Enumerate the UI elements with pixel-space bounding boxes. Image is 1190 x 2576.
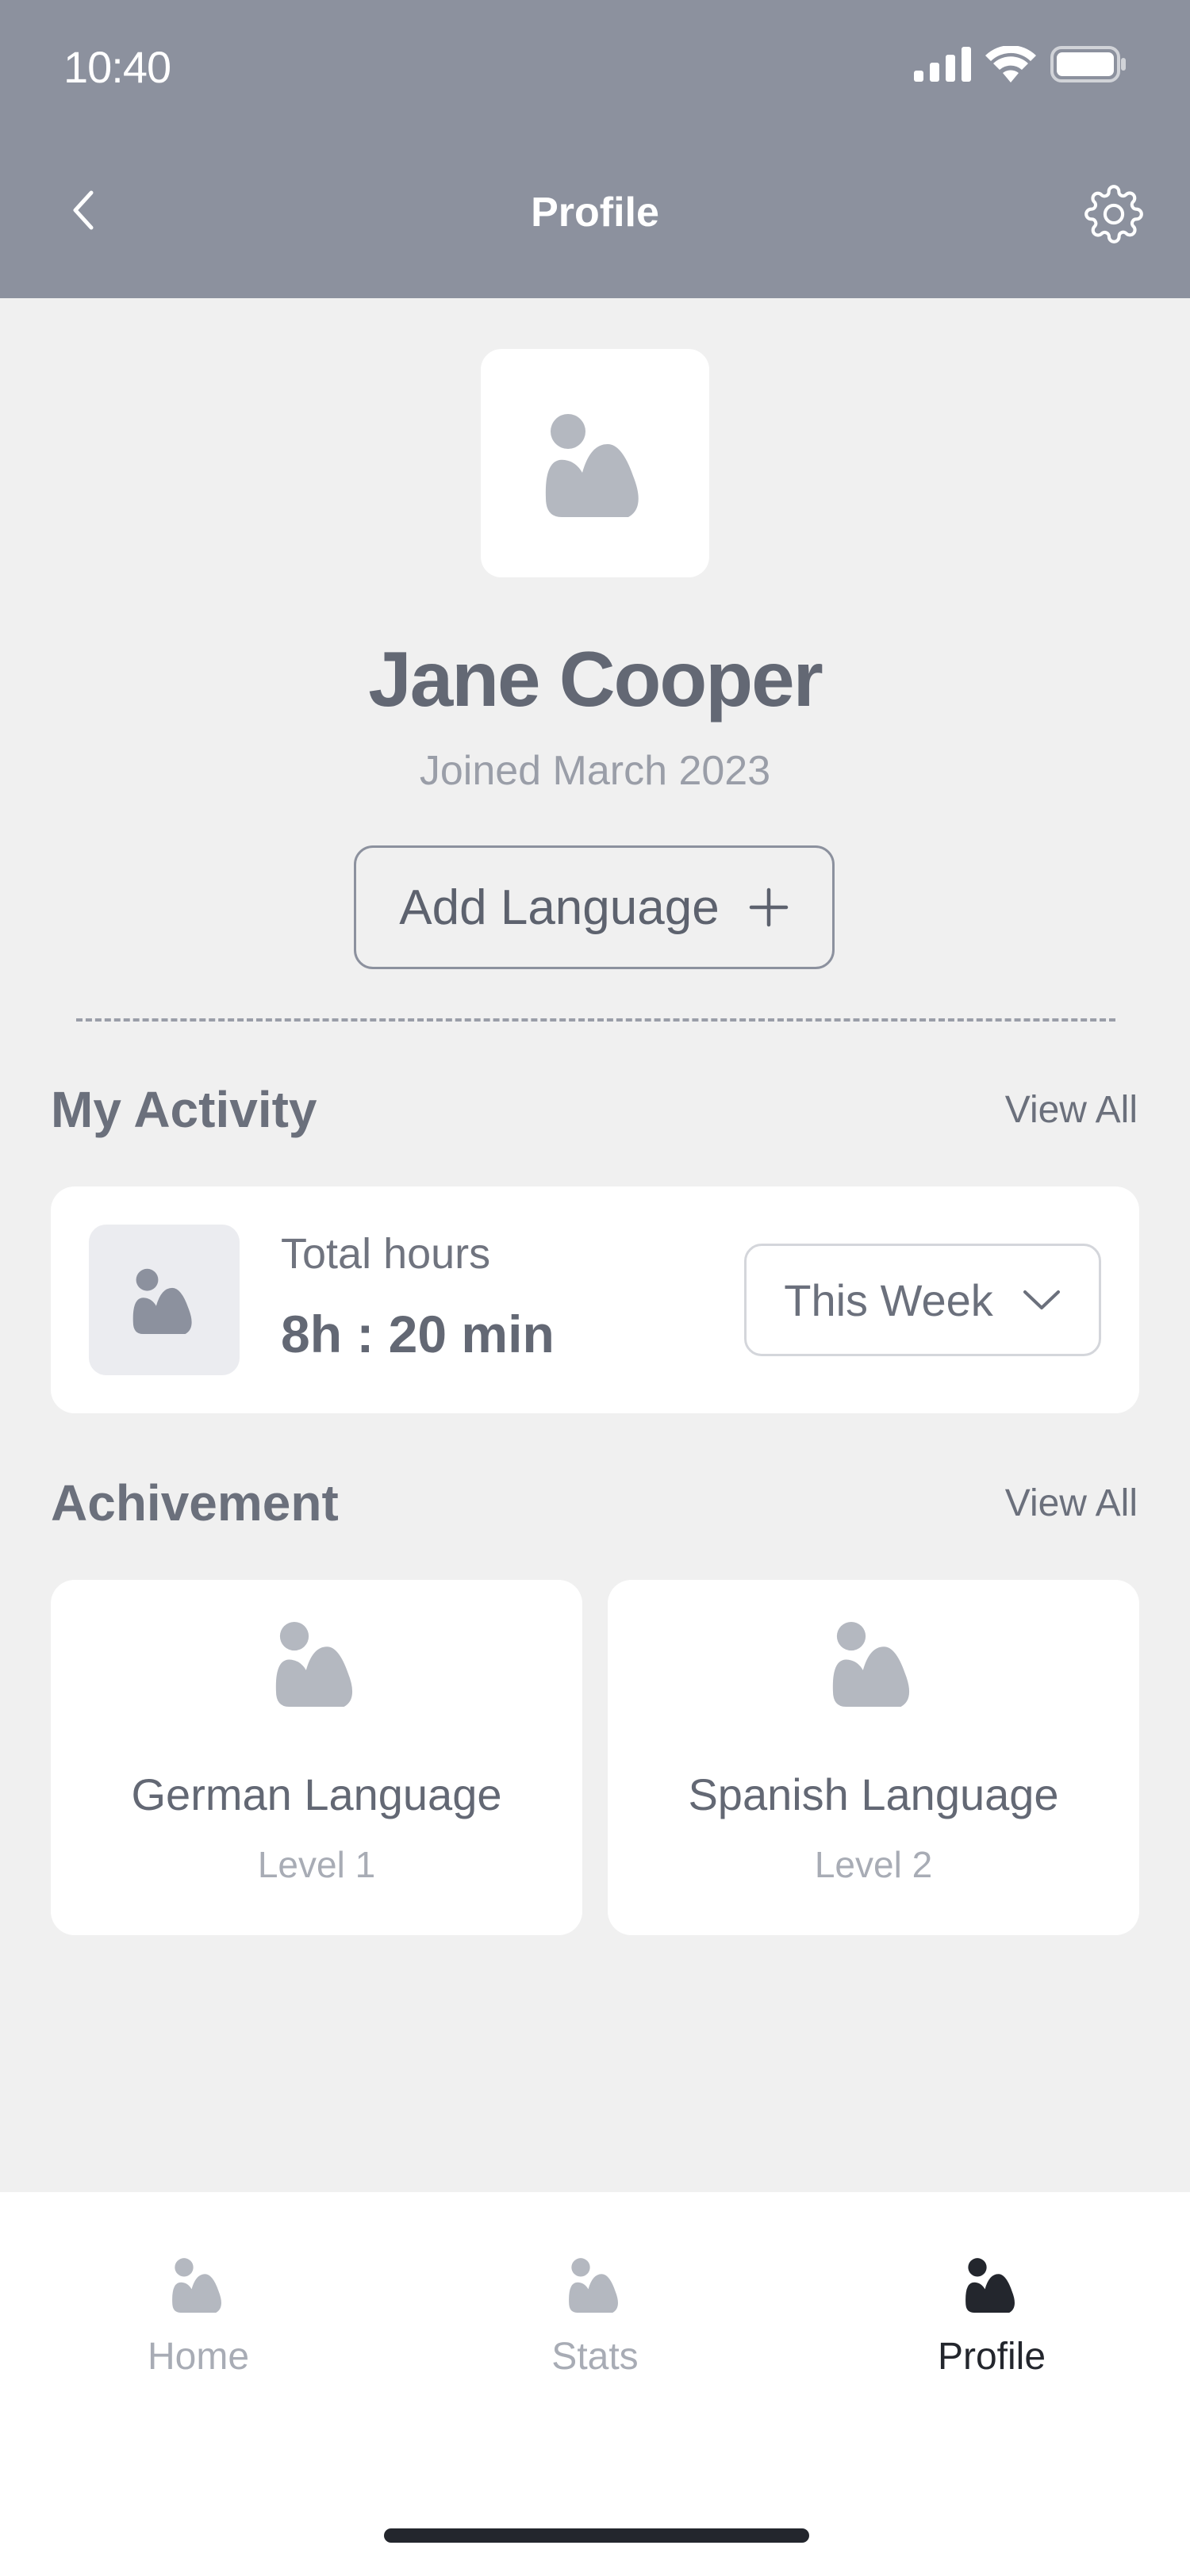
tab-stats[interactable]: Stats bbox=[476, 2256, 714, 2414]
wifi-icon bbox=[985, 44, 1036, 86]
tab-label: Stats bbox=[551, 2336, 639, 2378]
period-dropdown[interactable]: This Week bbox=[744, 1244, 1101, 1356]
tab-home[interactable]: Home bbox=[79, 2256, 317, 2414]
gear-icon bbox=[1084, 185, 1143, 243]
achievement-section-title: Achivement bbox=[51, 1474, 339, 1531]
signal-icon bbox=[914, 46, 971, 86]
profile-icon bbox=[965, 2258, 1015, 2313]
tab-label: Home bbox=[147, 2336, 250, 2378]
image-placeholder-icon bbox=[132, 1268, 192, 1334]
home-indicator bbox=[384, 2528, 809, 2543]
app-header: 10:40 Profile bbox=[0, 0, 1190, 298]
status-time: 10:40 bbox=[63, 42, 171, 92]
activity-section-title: My Activity bbox=[51, 1081, 317, 1138]
activity-view-all-link[interactable]: View All bbox=[1005, 1088, 1138, 1132]
tab-label: Profile bbox=[937, 2336, 1046, 2378]
home-icon bbox=[172, 2258, 221, 2313]
avatar[interactable] bbox=[481, 349, 709, 577]
divider bbox=[76, 1018, 1115, 1022]
stats-icon bbox=[569, 2258, 618, 2313]
tab-profile[interactable]: Profile bbox=[873, 2256, 1111, 2414]
joined-date: Joined March 2023 bbox=[419, 748, 771, 794]
activity-thumbnail bbox=[89, 1225, 240, 1375]
achievement-title: German Language bbox=[131, 1769, 502, 1819]
bottom-tab-bar: Home Stats Profile bbox=[0, 2192, 1190, 2576]
image-placeholder-icon bbox=[275, 1621, 353, 1707]
plus-icon bbox=[749, 887, 788, 927]
achievement-card-german[interactable]: German Language Level 1 bbox=[51, 1580, 582, 1935]
period-selected-label: This Week bbox=[784, 1275, 993, 1325]
page-title: Profile bbox=[531, 190, 659, 236]
achievement-title: Spanish Language bbox=[688, 1769, 1059, 1819]
achievement-level: Level 1 bbox=[257, 1844, 376, 1885]
chevron-down-icon bbox=[1023, 1290, 1060, 1309]
add-language-label: Add Language bbox=[399, 880, 720, 935]
achievement-level: Level 2 bbox=[814, 1844, 933, 1885]
status-icons bbox=[914, 44, 1127, 86]
achievement-view-all-link[interactable]: View All bbox=[1005, 1482, 1138, 1525]
image-placeholder-icon bbox=[832, 1621, 910, 1707]
image-placeholder-icon bbox=[545, 414, 639, 517]
add-language-button[interactable]: Add Language bbox=[354, 845, 835, 969]
activity-card: Total hours 8h : 20 min This Week bbox=[51, 1186, 1139, 1413]
battery-icon bbox=[1050, 45, 1127, 86]
total-hours-label: Total hours bbox=[281, 1230, 491, 1278]
total-hours-value: 8h : 20 min bbox=[281, 1305, 555, 1363]
settings-button[interactable] bbox=[1082, 182, 1146, 246]
achievement-card-spanish[interactable]: Spanish Language Level 2 bbox=[608, 1580, 1139, 1935]
profile-name: Jane Cooper bbox=[368, 635, 823, 723]
